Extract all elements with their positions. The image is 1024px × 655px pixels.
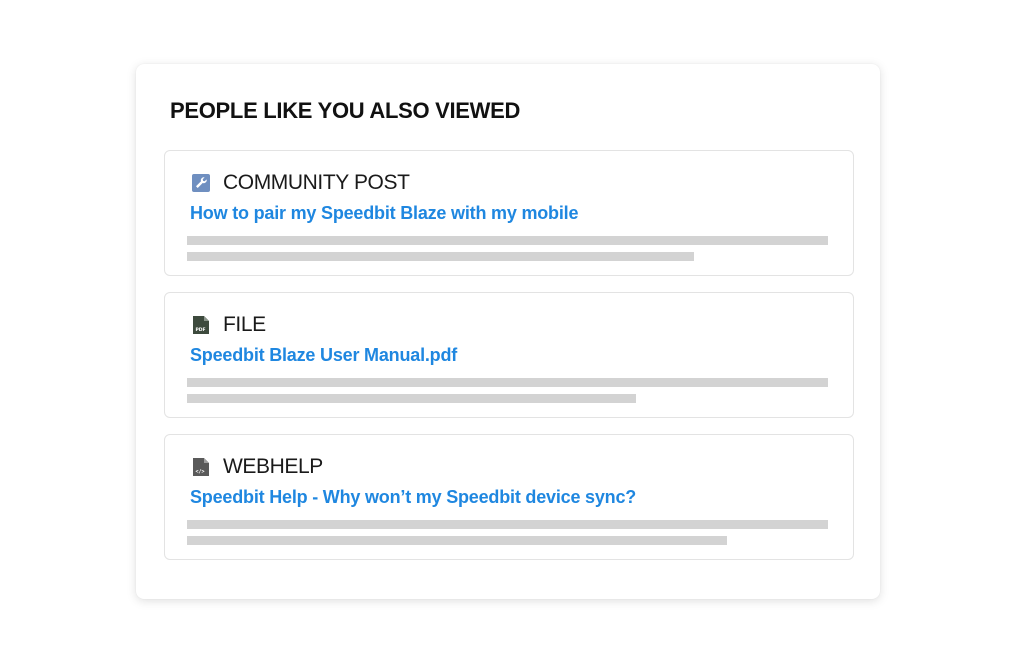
- pdf-file-icon: PDF: [191, 315, 211, 335]
- content-type-label: WEBHELP: [223, 455, 323, 478]
- snippet-placeholder-line: [187, 252, 694, 261]
- svg-text:</>: </>: [196, 469, 205, 475]
- result-link[interactable]: How to pair my Speedbit Blaze with my mo…: [190, 203, 578, 224]
- result-link[interactable]: Speedbit Help - Why won’t my Speedbit de…: [190, 487, 636, 508]
- code-file-icon: </>: [191, 457, 211, 477]
- card-header: COMMUNITY POST: [191, 171, 410, 195]
- content-type-label: FILE: [223, 313, 266, 336]
- content-type-label: COMMUNITY POST: [223, 171, 410, 194]
- svg-text:PDF: PDF: [196, 327, 206, 333]
- also-viewed-panel: PEOPLE LIKE YOU ALSO VIEWED COMMUNITY PO…: [136, 64, 880, 599]
- result-card-webhelp[interactable]: </> WEBHELP Speedbit Help - Why won’t my…: [164, 434, 854, 560]
- card-header: PDF FILE: [191, 313, 266, 337]
- snippet-placeholder-line: [187, 536, 727, 545]
- card-header: </> WEBHELP: [191, 455, 323, 479]
- snippet-placeholder-line: [187, 394, 636, 403]
- result-card-community-post[interactable]: COMMUNITY POST How to pair my Speedbit B…: [164, 150, 854, 276]
- snippet-placeholder-line: [187, 520, 828, 529]
- snippet-placeholder-line: [187, 378, 828, 387]
- snippet-placeholder-line: [187, 236, 828, 245]
- wrench-icon: [191, 173, 211, 193]
- panel-title: PEOPLE LIKE YOU ALSO VIEWED: [170, 98, 521, 123]
- result-link[interactable]: Speedbit Blaze User Manual.pdf: [190, 345, 457, 366]
- result-card-file[interactable]: PDF FILE Speedbit Blaze User Manual.pdf: [164, 292, 854, 418]
